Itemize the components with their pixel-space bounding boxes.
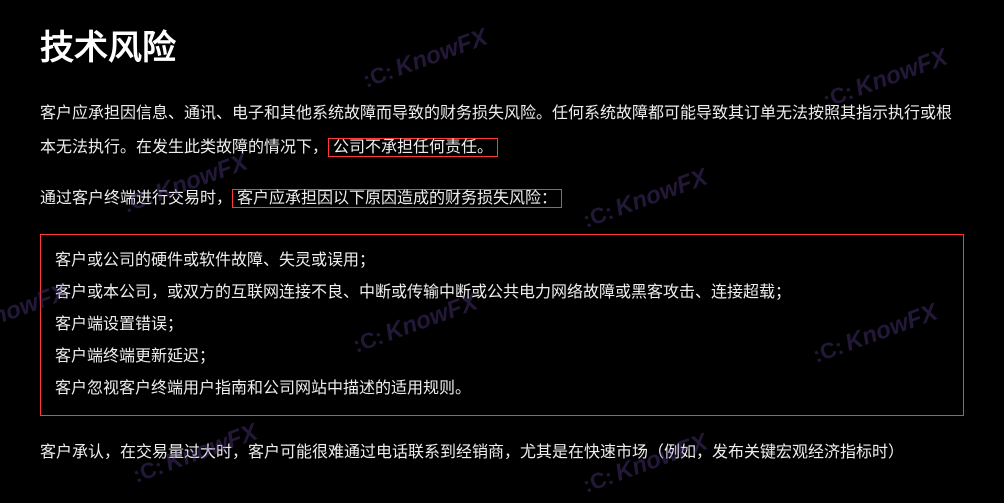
list-item: 客户或本公司，或双方的互联网连接不良、中断或传输中断或公共电力网络故障或黑客攻击… bbox=[55, 277, 949, 309]
paragraph-1: 客户应承担因信息、通讯、电子和其他系统故障而导致的财务损失风险。任何系统故障都可… bbox=[40, 97, 964, 164]
para1-highlight: 公司不承担任何责任。 bbox=[328, 138, 498, 157]
page-heading: 技术风险 bbox=[40, 20, 964, 69]
risk-list-box: 客户或公司的硬件或软件故障、失灵或误用； 客户或本公司，或双方的互联网连接不良、… bbox=[40, 234, 964, 416]
para2-highlight: 客户应承担因以下原因造成的财务损失风险： bbox=[232, 189, 562, 208]
paragraph-2: 通过客户终端进行交易时，客户应承担因以下原因造成的财务损失风险： bbox=[40, 182, 964, 216]
list-item: 客户端终端更新延迟； bbox=[55, 341, 949, 373]
list-item: 客户忽视客户终端用户指南和公司网站中描述的适用规则。 bbox=[55, 373, 949, 405]
paragraph-3: 客户承认，在交易量过大时，客户可能很难通过电话联系到经销商，尤其是在快速市场（例… bbox=[40, 436, 964, 470]
list-item: 客户或公司的硬件或软件故障、失灵或误用； bbox=[55, 245, 949, 277]
para2-pre: 通过客户终端进行交易时， bbox=[40, 190, 232, 207]
list-item: 客户端设置错误； bbox=[55, 309, 949, 341]
